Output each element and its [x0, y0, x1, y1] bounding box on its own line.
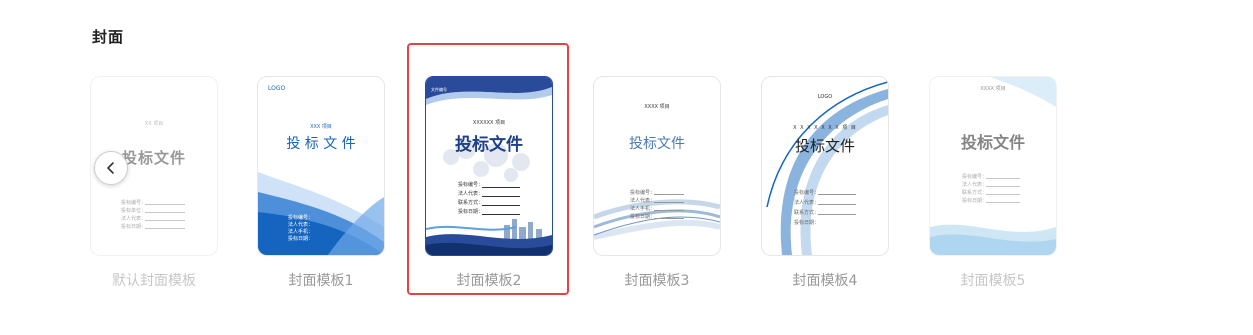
- template-thumbnail[interactable]: XXXX 项目 投标文件 投标编号： 法人代表： 法人手机： 投标日期：: [593, 76, 721, 256]
- cover-logo: LOGO: [817, 94, 833, 100]
- cover-title: 投标文件: [629, 136, 685, 152]
- cover-project-label: X X X X X X X 项 目: [793, 125, 857, 131]
- cover-field: 法人代表：: [288, 222, 314, 228]
- template-caption: 默认封面模板: [112, 273, 196, 289]
- cover-field: 法人代表：: [962, 182, 988, 188]
- cover-project-label: XX 项目: [144, 121, 164, 127]
- template-caption: 封面模板1: [288, 273, 354, 289]
- cover-field: 法人代表：: [794, 200, 820, 206]
- cover-logo: LOGO: [268, 85, 286, 92]
- template-card-4[interactable]: LOGO X X X X X X X 项 目 投标文件 投标编号： 法人代表： …: [761, 76, 889, 289]
- template-caption: 封面模板3: [624, 273, 690, 289]
- cover-field: 法人代表：: [121, 216, 147, 222]
- template-thumbnail[interactable]: XXXX 项目 投标文件 投标编号： 法人代表： 联系方式： 投标日期：: [929, 76, 1057, 256]
- chevron-left-icon: [107, 162, 114, 174]
- cover-title: 投标文件: [960, 133, 1025, 152]
- cover-field: 投标日期：: [630, 214, 656, 220]
- cover-field: 投标日期：: [288, 236, 314, 242]
- cover-project-label: XXX 项目: [310, 124, 332, 130]
- cover-field: 投标编号：: [794, 190, 820, 196]
- cover-field: 联系方式：: [962, 190, 988, 196]
- template-card-3[interactable]: XXXX 项目 投标文件 投标编号： 法人代表： 法人手机： 投标日期： 封面模…: [593, 76, 721, 289]
- cover-field: 投标日期：: [121, 224, 147, 230]
- template-carousel: XX 项目 投标文件 投标编号： 投标单位： 法人代表： 投标日期： 默认封面模…: [0, 0, 1253, 335]
- cover-field: 法人手机：: [288, 229, 314, 235]
- cover-field: 法人代表：: [630, 198, 656, 204]
- selected-template-frame: [407, 43, 569, 295]
- carousel-prev-button[interactable]: [94, 151, 128, 185]
- cover-project-label: XXXX 项目: [980, 86, 1006, 92]
- cover-field: 投标编号：: [121, 200, 147, 206]
- cover-field: 投标编号：: [962, 174, 988, 180]
- blue-wave-decoration: [258, 172, 384, 255]
- cover-field: 法人手机：: [630, 206, 656, 212]
- cover-field: 投标日期：: [962, 198, 988, 204]
- blue-swoosh-decoration: [766, 81, 888, 255]
- cover-field: 联系方式：: [794, 210, 820, 216]
- template-caption: 封面模板5: [960, 273, 1026, 289]
- cover-title: 投标文件: [794, 137, 855, 155]
- cover-project-label: XXXX 项目: [644, 104, 670, 110]
- light-blue-wave-decoration: [930, 77, 1056, 255]
- template-card-1[interactable]: LOGO XXX 项目 投 标 文 件 投标编号： 法人代表： 法人手机： 投标…: [257, 76, 385, 289]
- cover-field: 投标日期：: [794, 220, 820, 226]
- cover-field: 投标单位：: [121, 208, 147, 214]
- cover-field: 投标编号：: [288, 215, 314, 221]
- template-caption: 封面模板4: [792, 273, 858, 289]
- template-thumbnail[interactable]: LOGO X X X X X X X 项 目 投标文件 投标编号： 法人代表： …: [761, 76, 889, 256]
- cover-field: 投标编号：: [630, 190, 656, 196]
- cover-title: 投 标 文 件: [286, 136, 356, 152]
- template-thumbnail[interactable]: LOGO XXX 项目 投 标 文 件 投标编号： 法人代表： 法人手机： 投标…: [257, 76, 385, 256]
- template-card-5[interactable]: XXXX 项目 投标文件 投标编号： 法人代表： 联系方式： 投标日期： 封面模…: [929, 76, 1057, 289]
